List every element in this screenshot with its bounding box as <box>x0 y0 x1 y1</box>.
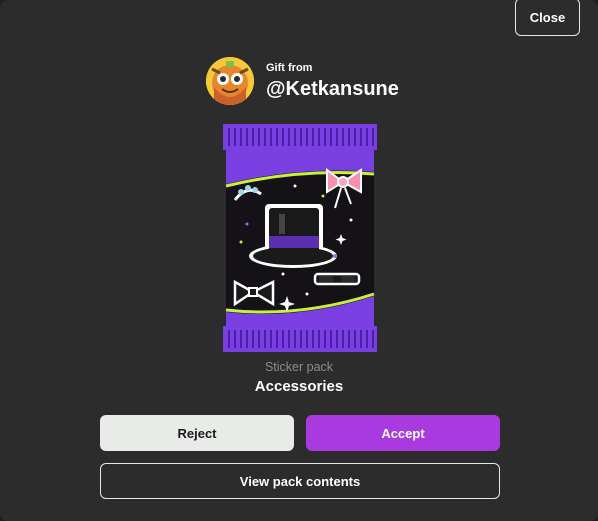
pack-name: Accessories <box>254 378 344 395</box>
sticker-pack-image <box>223 124 377 352</box>
avatar <box>206 57 254 105</box>
gift-from-label: Gift from <box>266 61 313 74</box>
close-button[interactable]: Close <box>515 0 580 36</box>
sender-info: Gift from @Ketkansune <box>206 57 399 105</box>
gift-dialog: Close Gift from @Ketkansune Sticker pack… <box>0 0 598 521</box>
accept-button[interactable]: Accept <box>306 415 500 451</box>
pack-type-label: Sticker pack <box>264 360 334 374</box>
avatar-image <box>206 57 254 105</box>
sender-username: @Ketkansune <box>266 77 399 100</box>
reject-button[interactable]: Reject <box>100 415 294 451</box>
view-pack-contents-button[interactable]: View pack contents <box>100 463 500 499</box>
